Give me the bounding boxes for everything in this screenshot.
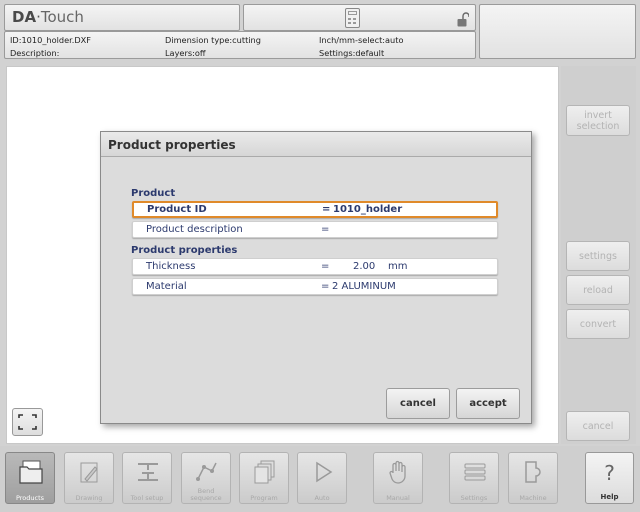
- info-settings: Settings:default: [319, 48, 385, 58]
- material-field[interactable]: Material = 2 ALUMINUM: [132, 278, 498, 295]
- nav-program-button[interactable]: Program: [239, 452, 289, 504]
- nav-bend-sequence-button[interactable]: Bend sequence: [181, 452, 231, 504]
- info-id: ID:1010_holder.DXF: [10, 35, 91, 45]
- pencil-icon: [80, 462, 98, 483]
- settings-button[interactable]: settings: [566, 241, 630, 271]
- bend-sequence-icon: [196, 462, 217, 481]
- play-icon: [316, 461, 333, 483]
- nav-products-button[interactable]: Products: [5, 452, 55, 504]
- tool-setup-icon: [138, 463, 158, 481]
- nav-settings-button[interactable]: Settings: [449, 452, 499, 504]
- fit-frame-icon: [18, 414, 37, 430]
- product-info-panel: ID:1010_holder.DXF Description: Dimensio…: [4, 31, 476, 59]
- header-right-panel: [479, 4, 636, 59]
- dialog-title: Product properties: [101, 132, 531, 157]
- nav-machine-button[interactable]: Machine: [508, 452, 558, 504]
- field-value: 2 ALUMINUM: [332, 281, 396, 292]
- nav-drawing-button[interactable]: Drawing: [64, 452, 114, 504]
- info-dimension-type: Dimension type:cutting: [165, 35, 261, 45]
- app-logo: DA·Touch: [12, 8, 84, 26]
- logo-panel: DA·Touch: [4, 4, 240, 31]
- product-description-field[interactable]: Product description =: [132, 221, 498, 238]
- info-layers: Layers:off: [165, 48, 206, 58]
- help-icon: ?: [604, 461, 615, 485]
- nav-manual-button[interactable]: Manual: [373, 452, 423, 504]
- field-unit: mm: [388, 261, 408, 272]
- field-value: 2.00: [353, 261, 376, 272]
- folder-icon: [19, 460, 43, 484]
- field-value: 1010_holder: [333, 204, 403, 215]
- status-panel: [243, 4, 476, 31]
- field-label: Thickness: [146, 261, 196, 272]
- dialog-cancel-button[interactable]: cancel: [386, 388, 450, 419]
- hand-icon: [389, 460, 406, 484]
- machine-icon: [525, 461, 541, 483]
- calculator-icon[interactable]: [345, 8, 360, 28]
- info-description: Description:: [10, 48, 60, 58]
- thickness-field[interactable]: Thickness = 2.00 mm: [132, 258, 498, 275]
- field-label: Material: [146, 281, 187, 292]
- convert-button[interactable]: convert: [566, 309, 630, 339]
- section-product-header: Product: [131, 188, 176, 199]
- settings-list-icon: [464, 463, 486, 481]
- dialog-accept-button[interactable]: accept: [456, 388, 520, 419]
- program-icon: [254, 460, 275, 484]
- product-id-field[interactable]: Product ID = 1010_holder: [132, 201, 498, 218]
- field-label: Product description: [146, 224, 243, 235]
- nav-tool-setup-button[interactable]: Tool setup: [122, 452, 172, 504]
- product-properties-dialog: Product properties Product Product ID = …: [100, 131, 532, 424]
- info-inch-mm: Inch/mm-select:auto: [319, 35, 404, 45]
- nav-auto-button[interactable]: Auto: [297, 452, 347, 504]
- invert-selection-button[interactable]: invert selection: [566, 105, 630, 136]
- help-button[interactable]: ? Help: [585, 452, 634, 504]
- zoom-fit-button[interactable]: [12, 408, 43, 436]
- unlocked-padlock-icon[interactable]: [457, 12, 469, 27]
- cancel-side-button[interactable]: cancel: [566, 411, 630, 441]
- section-product-properties-header: Product properties: [131, 245, 238, 256]
- reload-button[interactable]: reload: [566, 275, 630, 305]
- field-label: Product ID: [147, 204, 207, 215]
